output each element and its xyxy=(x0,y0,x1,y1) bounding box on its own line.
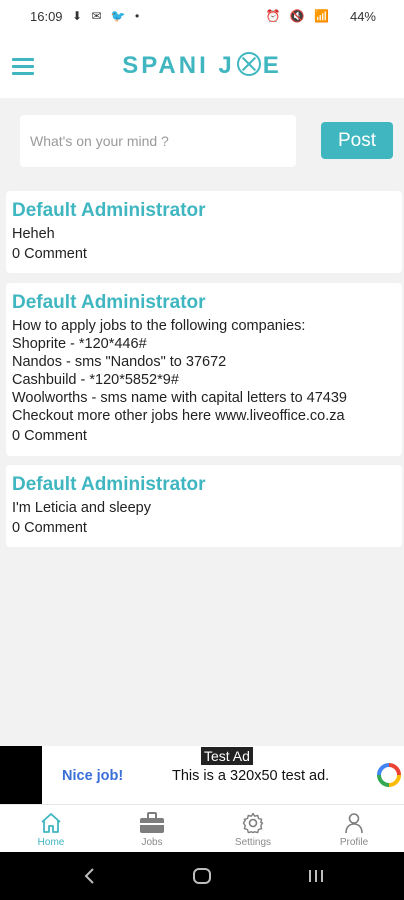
post-card[interactable]: Default Administrator Heheh 0 Comment xyxy=(6,191,402,273)
post-card[interactable]: Default Administrator I'm Leticia and sl… xyxy=(6,465,402,547)
status-input[interactable] xyxy=(20,115,296,167)
recents-icon[interactable] xyxy=(306,864,326,888)
post-body: Heheh xyxy=(12,226,55,242)
notification-icons: ⬇ ✉ 🐦 • xyxy=(72,9,143,23)
ad-headline[interactable]: Nice job! xyxy=(62,768,123,784)
nav-label-settings: Settings xyxy=(234,837,272,848)
system-icons: ⏰ 🔇 📶 xyxy=(265,9,332,23)
ad-side-panel xyxy=(0,746,42,804)
status-time: 16:09 xyxy=(30,9,63,24)
status-bar: 16:09 ⬇ ✉ 🐦 • ⏰ 🔇 📶 44% xyxy=(0,0,404,34)
back-icon[interactable] xyxy=(82,864,98,888)
bottom-navigation: Home Jobs Settings Profile xyxy=(0,804,404,852)
nav-label-home: Home xyxy=(37,837,65,848)
comment-count[interactable]: 0 Comment xyxy=(12,245,396,263)
logo-text-left: SPANI J xyxy=(122,52,235,79)
comment-count[interactable]: 0 Comment xyxy=(12,519,396,537)
nav-settings[interactable]: Settings xyxy=(213,805,293,853)
post-body: How to apply jobs to the following compa… xyxy=(12,318,347,424)
post-card[interactable]: Default Administrator How to apply jobs … xyxy=(6,283,402,456)
person-icon xyxy=(345,813,363,834)
home-icon xyxy=(41,813,61,833)
ad-logo-icon xyxy=(377,763,401,787)
nav-label-jobs: Jobs xyxy=(141,837,163,848)
nav-profile[interactable]: Profile xyxy=(314,805,394,853)
gear-icon xyxy=(242,812,264,834)
post-author[interactable]: Default Administrator xyxy=(12,291,396,315)
ad-banner[interactable]: Test Ad Nice job! This is a 320x50 test … xyxy=(0,746,404,804)
post-button[interactable]: Post xyxy=(321,122,393,159)
post-author[interactable]: Default Administrator xyxy=(12,199,396,223)
nav-label-profile: Profile xyxy=(339,837,369,848)
briefcase-icon xyxy=(140,812,164,833)
battery-level: 44% xyxy=(349,9,376,24)
app-logo: SPANI J E xyxy=(0,52,404,80)
nav-home[interactable]: Home xyxy=(11,805,91,853)
post-composer: Post xyxy=(0,98,404,186)
nav-jobs[interactable]: Jobs xyxy=(112,805,192,853)
system-navigation-bar xyxy=(0,852,404,900)
ad-text[interactable]: This is a 320x50 test ad. xyxy=(172,768,329,784)
test-ad-label: Test Ad xyxy=(201,747,253,765)
logo-text-right: E xyxy=(262,52,282,79)
comment-count[interactable]: 0 Comment xyxy=(12,427,396,445)
logo-mark-icon xyxy=(236,52,261,76)
post-body: I'm Leticia and sleepy xyxy=(12,500,151,516)
app-header: SPANI J E xyxy=(0,34,404,98)
home-button-icon[interactable] xyxy=(192,864,212,888)
post-author[interactable]: Default Administrator xyxy=(12,473,396,497)
